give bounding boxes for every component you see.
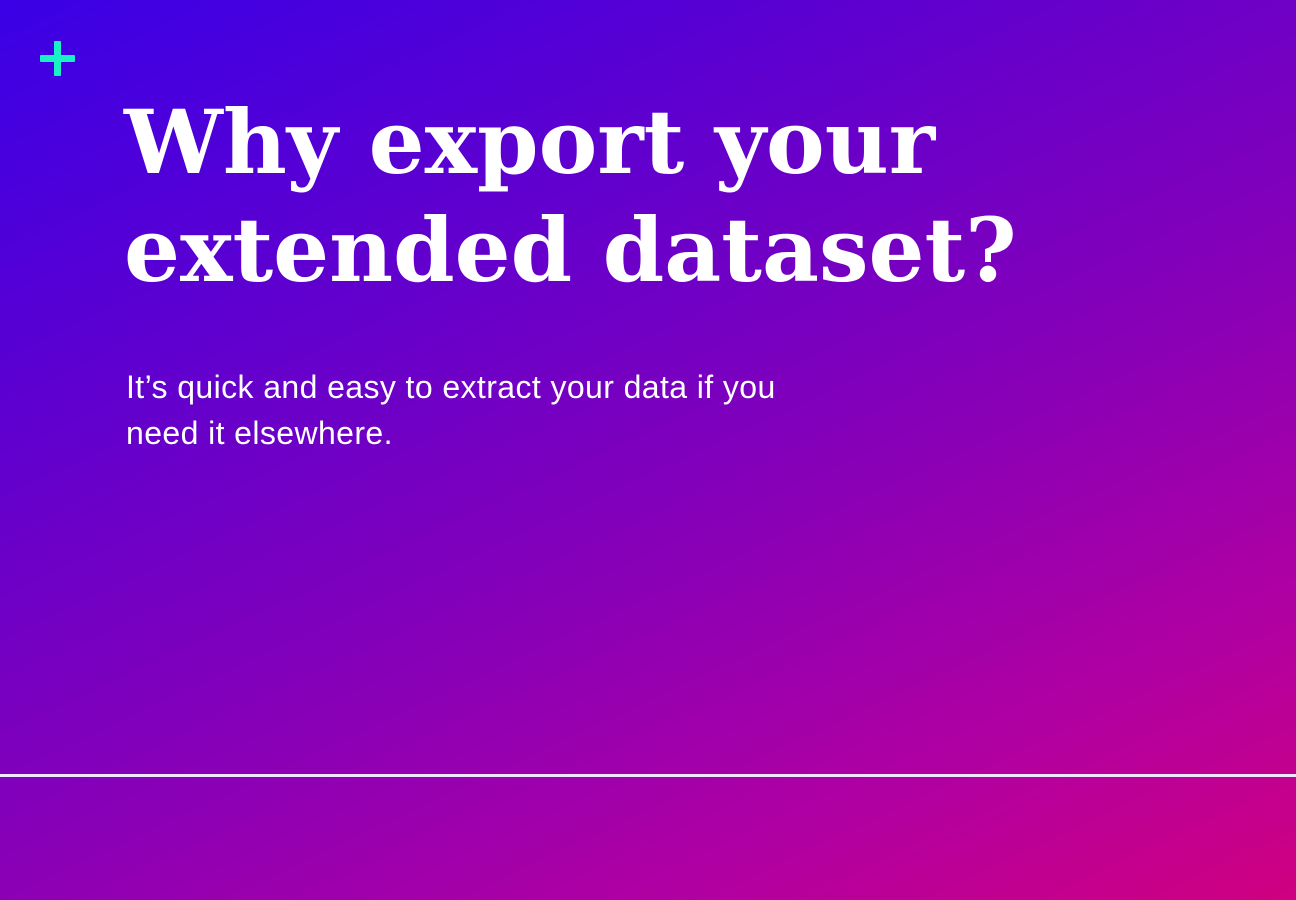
description: It’s quick and easy to extract your data… [126,364,926,456]
page-title: Why export your extended dataset? [124,88,1124,304]
headline-line-1: Why export your [124,90,936,194]
divider [0,774,1296,777]
description-line-1: It’s quick and easy to extract your data… [126,369,776,405]
plus-icon [40,41,75,76]
headline-line-2: extended dataset? [124,198,1017,302]
description-line-2: need it elsewhere. [126,415,393,451]
